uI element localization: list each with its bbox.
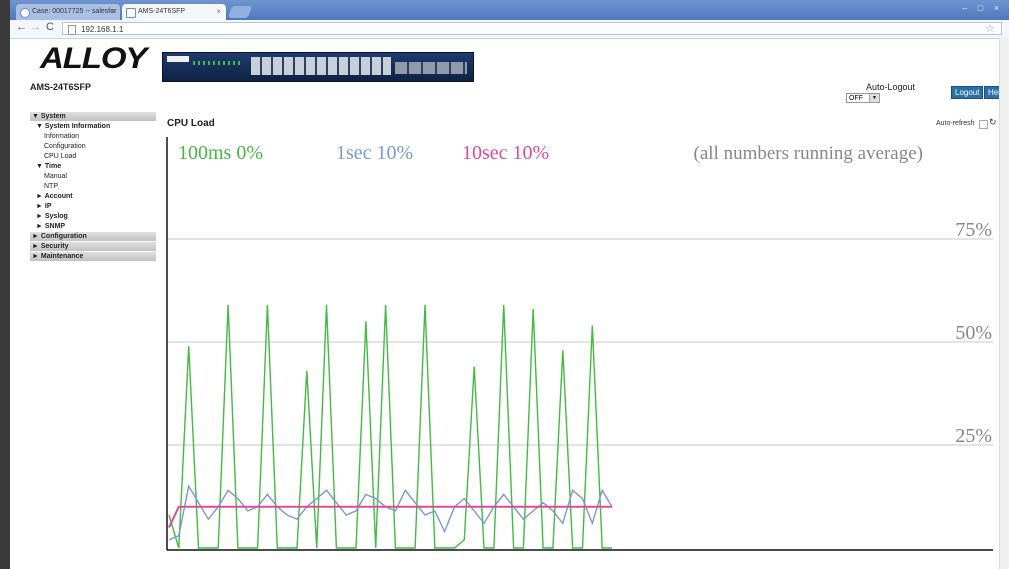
logout-button[interactable]: Logout [951, 86, 984, 99]
switch-front-panel-image [162, 52, 474, 82]
device-brand-plate [167, 56, 189, 62]
menu-ip[interactable]: ► IP [30, 202, 156, 212]
menu-item-configuration[interactable]: Configuration [30, 142, 156, 152]
page-icon [68, 25, 76, 35]
menu-item-information[interactable]: Information [30, 132, 156, 142]
auto-refresh-checkbox[interactable] [979, 120, 988, 129]
tab-salesforce-case[interactable]: Case: 00017725 -- salesfor × [16, 4, 120, 20]
legend-100ms: 100ms 0% [178, 142, 263, 164]
gridline-label-50: 50% [955, 322, 992, 344]
window-controls[interactable]: – □ × [962, 3, 1003, 13]
new-tab-button[interactable] [227, 6, 253, 18]
chevron-down-icon: ▼ [869, 94, 879, 102]
vertical-scrollbar[interactable] [999, 38, 1009, 569]
chart-gridlines: 75% 50% 25% [168, 219, 993, 447]
chart-series [168, 304, 613, 549]
page-icon [126, 8, 136, 18]
legend-10sec: 10sec 10% [462, 142, 549, 164]
menu-maintenance[interactable]: ► Maintenance [30, 252, 156, 261]
menu-system[interactable]: ▼ System [30, 112, 156, 121]
menu-configuration[interactable]: ► Configuration [30, 232, 156, 241]
bookmark-star-icon[interactable]: ☆ [985, 23, 995, 36]
auto-logout-label: Auto-Logout [866, 82, 916, 92]
page-title: CPU Load [167, 118, 215, 129]
menu-security[interactable]: ► Security [30, 242, 156, 251]
device-model: AMS-24T6SFP [30, 82, 92, 92]
close-tab-icon[interactable]: × [110, 4, 115, 20]
auto-logout-value: OFF [849, 95, 863, 102]
gridline-label-25: 25% [955, 425, 992, 447]
browser-toolbar: ← → C 192.168.1.1 ☆ [10, 20, 1009, 39]
left-window-edge [0, 0, 10, 569]
device-sfp-ports [395, 62, 467, 74]
alloy-logo: ALLOY [40, 42, 147, 75]
close-tab-icon[interactable]: × [216, 4, 221, 20]
back-arrow-icon[interactable]: ← [16, 21, 27, 33]
running-average-note: (all numbers running average) [694, 143, 924, 164]
series-line-10sec [168, 505, 612, 528]
address-bar[interactable]: 192.168.1.1 ☆ [62, 22, 1002, 35]
cpu-load-chart: 75% 50% 25% 100ms 0% 1sec 10% 10sec 10% (all… [166, 137, 993, 551]
menu-item-ntp[interactable]: NTP [30, 182, 156, 192]
series-line-100ms [168, 304, 612, 549]
menu-syslog[interactable]: ► Syslog [30, 212, 156, 222]
menu-account[interactable]: ► Account [30, 192, 156, 202]
menu-system-information[interactable]: ▼ System Information [30, 122, 156, 132]
auto-logout-select[interactable]: OFF ▼ [846, 93, 880, 103]
tab-label: Case: 00017725 -- salesfor [32, 8, 117, 15]
url-text: 192.168.1.1 [81, 25, 124, 34]
device-ethernet-ports [251, 57, 391, 75]
gridline-label-75: 75% [955, 219, 992, 241]
device-leds [193, 61, 243, 65]
menu-item-manual[interactable]: Manual [30, 172, 156, 182]
auto-refresh-label: Auto-refresh [936, 120, 975, 127]
menu-time[interactable]: ▼ Time [30, 162, 156, 172]
tab-ams-24t6sfp[interactable]: AMS-24T6SFP × [122, 4, 226, 20]
refresh-icon[interactable]: ↻ [989, 117, 997, 128]
salesforce-cloud-icon [20, 8, 30, 18]
legend-1sec: 1sec 10% [336, 142, 413, 164]
tab-label: AMS-24T6SFP [138, 8, 186, 15]
menu-snmp[interactable]: ► SNMP [30, 222, 156, 232]
chart-legend: 100ms 0% 1sec 10% 10sec 10% [178, 142, 549, 164]
forward-arrow-icon[interactable]: → [30, 21, 41, 33]
sidebar-menu: ▼ System ▼ System Information Informatio… [30, 112, 156, 262]
reload-icon[interactable]: C [46, 21, 54, 33]
browser-tab-bar: Case: 00017725 -- salesfor × AMS-24T6SFP… [10, 0, 1009, 20]
menu-item-cpu-load[interactable]: CPU Load [30, 152, 156, 162]
